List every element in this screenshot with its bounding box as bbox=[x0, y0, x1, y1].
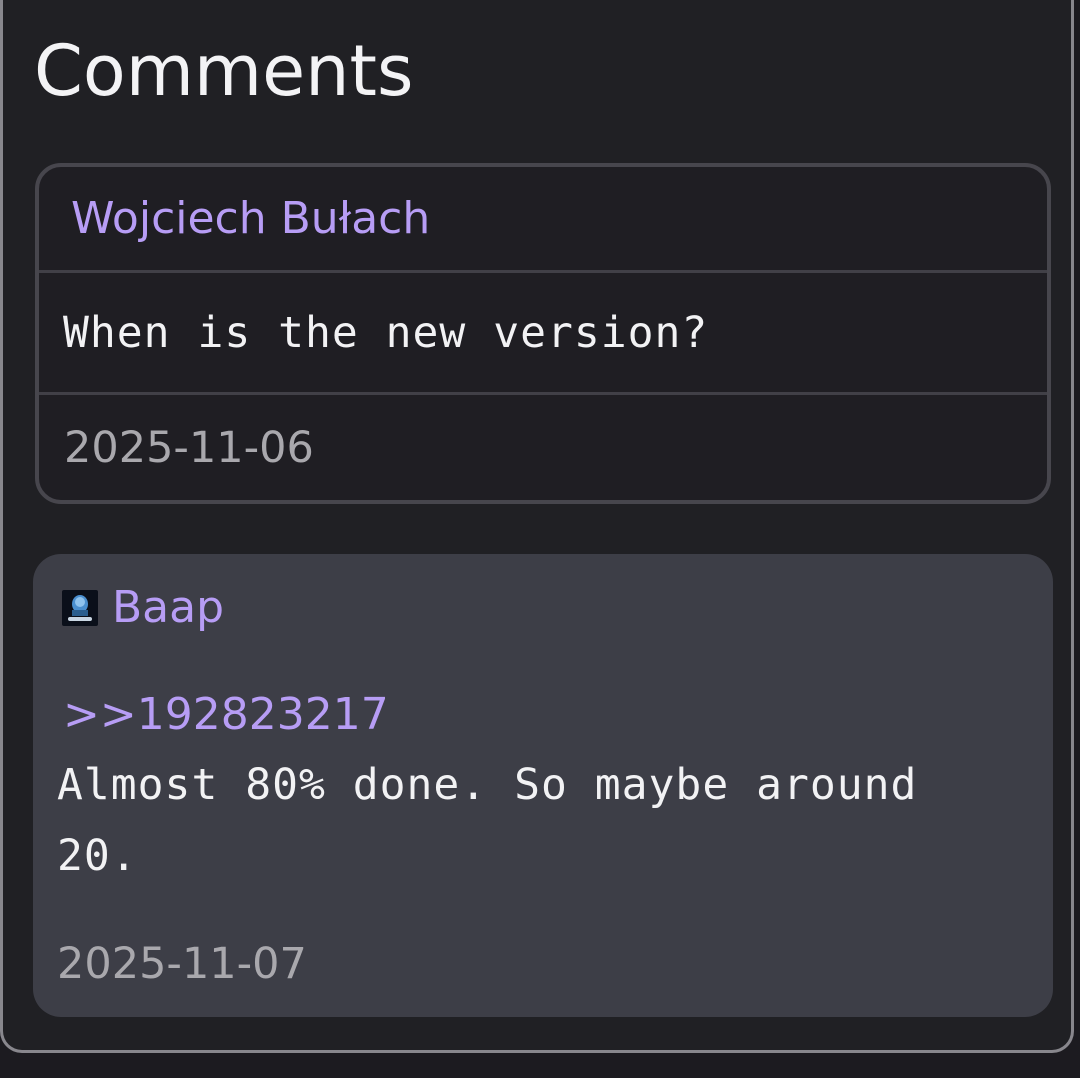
avatar-image-icon bbox=[62, 590, 98, 626]
comment-card-highlighted: Baap >>192823217 Almost 80% done. So may… bbox=[33, 554, 1053, 1017]
comment-author-link[interactable]: Wojciech Bułach bbox=[71, 193, 430, 244]
avatar[interactable] bbox=[62, 590, 98, 626]
comment-date: 2025-11-06 bbox=[64, 422, 314, 473]
comment-author-link[interactable]: Baap bbox=[112, 580, 224, 636]
page-title: Comments bbox=[34, 30, 414, 112]
comment-date: 2025-11-07 bbox=[57, 939, 307, 989]
comment-card: Wojciech Bułach When is the new version?… bbox=[35, 163, 1051, 504]
comment-text: When is the new version? bbox=[63, 307, 709, 358]
comment-text: Almost 80% done. So maybe around 20. bbox=[57, 760, 918, 881]
reply-reference-link[interactable]: >>192823217 bbox=[63, 688, 389, 742]
comment-header: Wojciech Bułach bbox=[39, 167, 1047, 273]
comment-footer: 2025-11-06 bbox=[39, 395, 1047, 500]
comment-body: When is the new version? bbox=[39, 273, 1047, 395]
comments-panel: Comments Wojciech Bułach When is the new… bbox=[0, 0, 1074, 1053]
